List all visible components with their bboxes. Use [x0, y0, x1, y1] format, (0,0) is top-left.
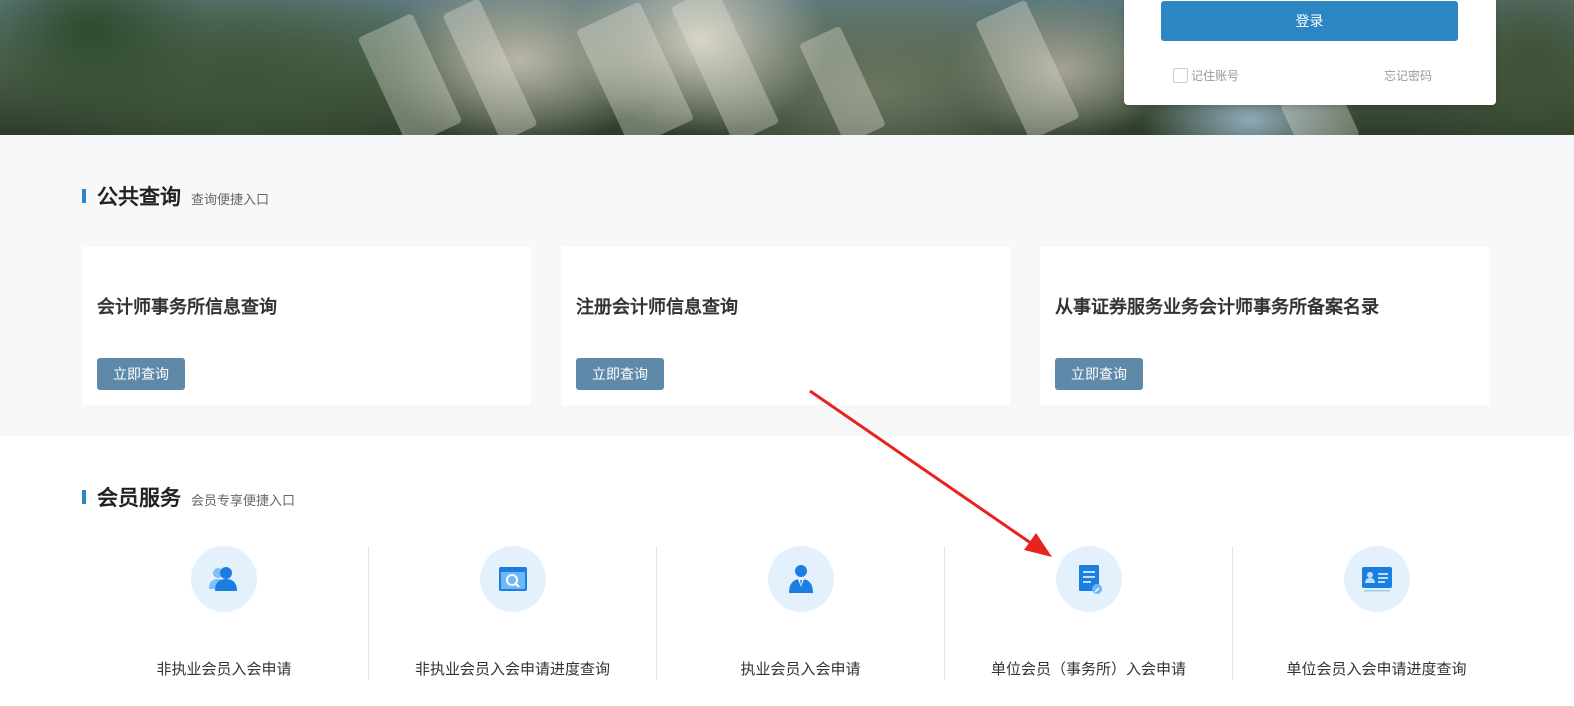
- query-now-button[interactable]: 立即查询: [1055, 358, 1143, 390]
- service-item[interactable]: 单位会员入会申请进度查询: [1232, 546, 1520, 680]
- query-now-button[interactable]: 立即查询: [97, 358, 185, 390]
- service-item[interactable]: 非执业会员入会申请: [80, 546, 368, 680]
- query-card: 从事证券服务业务会计师事务所备案名录 立即查询: [1040, 247, 1489, 405]
- section-header: 会员服务 会员专享便捷入口: [82, 482, 295, 512]
- section-title: 公共查询: [97, 185, 181, 209]
- service-item[interactable]: 执业会员入会申请: [656, 546, 944, 680]
- section-header: 公共查询 查询便捷入口: [82, 181, 269, 211]
- card-title: 注册会计师信息查询: [576, 297, 738, 318]
- id-card-icon: [1343, 546, 1410, 612]
- service-item[interactable]: 非执业会员入会申请进度查询: [368, 546, 656, 680]
- query-now-button[interactable]: 立即查询: [576, 358, 664, 390]
- remember-account[interactable]: 记住账号: [1173, 67, 1239, 84]
- card-title: 从事证券服务业务会计师事务所备案名录: [1055, 297, 1379, 318]
- service-label: 执业会员入会申请: [740, 660, 861, 678]
- public-query-section: 公共查询 查询便捷入口 会计师事务所信息查询 立即查询 注册会计师信息查询 立即…: [0, 135, 1574, 436]
- card-title: 会计师事务所信息查询: [97, 297, 277, 318]
- service-label: 非执业会员入会申请: [156, 660, 292, 678]
- login-panel: 登录 记住账号 忘记密码: [1124, 0, 1496, 105]
- query-card: 注册会计师信息查询 立即查询: [561, 247, 1010, 405]
- section-marker: [82, 189, 86, 203]
- login-button[interactable]: 登录: [1161, 1, 1458, 41]
- mountain-rock: [975, 0, 1080, 135]
- service-label: 单位会员入会申请进度查询: [1286, 660, 1467, 678]
- hero-banner: 登录 记住账号 忘记密码: [0, 0, 1574, 135]
- document-edit-icon: [1055, 546, 1122, 612]
- query-card: 会计师事务所信息查询 立即查询: [82, 247, 531, 405]
- section-subtitle: 查询便捷入口: [191, 193, 270, 208]
- search-window-icon: [479, 546, 546, 612]
- remember-checkbox[interactable]: [1173, 68, 1188, 83]
- mountain-rock: [798, 25, 887, 135]
- forgot-password-link[interactable]: 忘记密码: [1384, 67, 1432, 84]
- section-title: 会员服务: [97, 486, 181, 510]
- section-subtitle: 会员专享便捷入口: [191, 494, 296, 509]
- service-label: 非执业会员入会申请进度查询: [414, 660, 610, 678]
- suit-person-icon: [767, 546, 834, 612]
- mountain-rock: [357, 12, 463, 135]
- users-icon: [191, 546, 257, 612]
- remember-label: 记住账号: [1191, 69, 1240, 83]
- service-item[interactable]: 单位会员（事务所）入会申请: [944, 546, 1232, 680]
- service-label: 单位会员（事务所）入会申请: [990, 660, 1186, 678]
- section-marker: [82, 490, 86, 504]
